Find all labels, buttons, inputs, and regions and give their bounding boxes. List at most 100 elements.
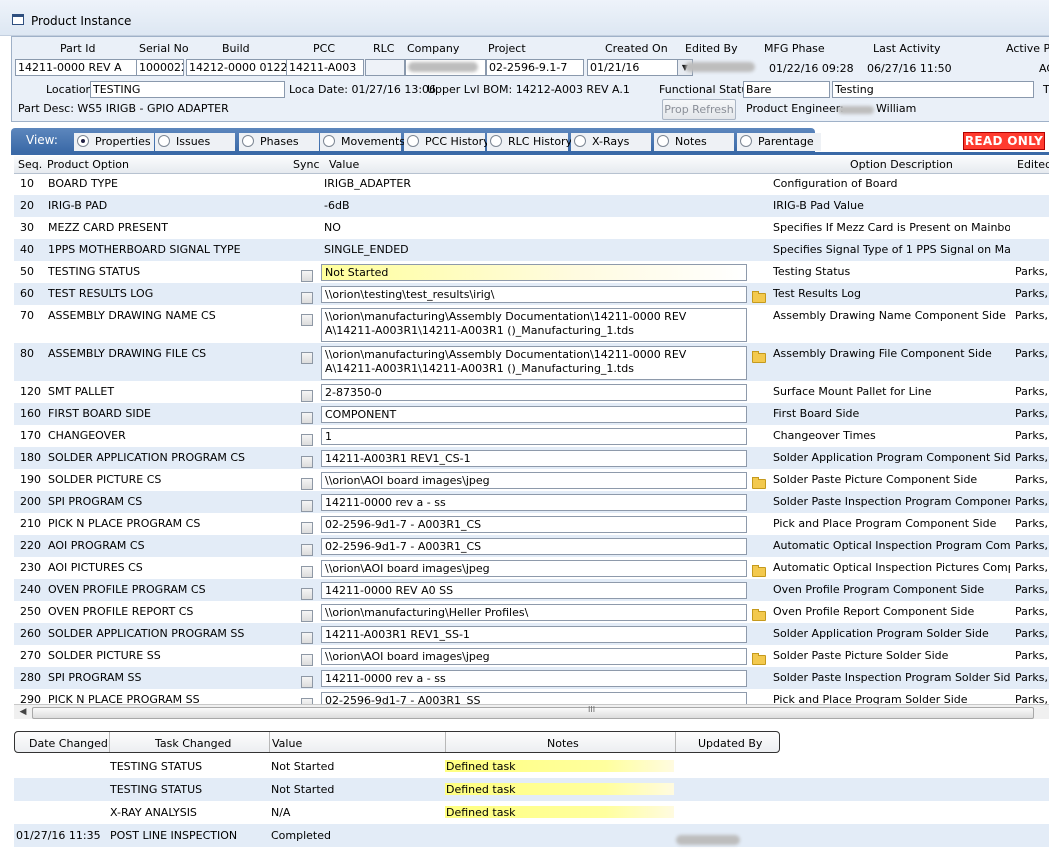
value-field[interactable]: \\orion\AOI board images\jpeg (321, 648, 747, 665)
radio-icon[interactable] (574, 135, 586, 147)
col-task-changed[interactable]: Task Changed (155, 737, 231, 750)
folder-icon[interactable] (752, 653, 766, 665)
folder-icon[interactable] (752, 565, 766, 577)
sync-checkbox[interactable] (301, 352, 313, 364)
value-field[interactable]: 14211-0000 rev a - ss (321, 670, 747, 687)
table-row[interactable]: 50 TESTING STATUS Not Started Testing Statu… (14, 261, 1049, 283)
sync-checkbox[interactable] (301, 456, 313, 468)
value-field[interactable]: 14211-A003R1 REV1_CS-1 (321, 450, 747, 467)
build-field[interactable]: 14212-0000 012216 (186, 59, 288, 76)
col-date-changed[interactable]: Date Changed (29, 737, 108, 750)
radio-icon[interactable] (740, 135, 752, 147)
table-row[interactable]: 20 IRIG-B PAD -6dB IRIG-B Pad Value (14, 195, 1049, 217)
value-field[interactable]: 14211-0000 rev a - ss (321, 494, 747, 511)
tab-issues[interactable]: Issues (155, 133, 235, 151)
tab-properties[interactable]: Properties (74, 133, 154, 151)
table-row[interactable]: 200 SPI PROGRAM CS 14211-0000 rev a - ss So… (14, 491, 1049, 513)
value-field[interactable]: 2-87350-0 (321, 384, 747, 401)
sync-checkbox[interactable] (301, 544, 313, 556)
value-field[interactable]: Not Started (321, 264, 747, 281)
radio-icon[interactable] (657, 135, 669, 147)
table-row[interactable]: 40 1PPS MOTHERBOARD SIGNAL TYPE SINGLE_END… (14, 239, 1049, 261)
radio-icon[interactable] (158, 135, 170, 147)
value-field[interactable]: 14211-A003R1 REV1_SS-1 (321, 626, 747, 643)
tab-parentage[interactable]: Parentage (737, 133, 821, 151)
table-row[interactable]: 280 SPI PROGRAM SS 14211-0000 rev a - ss So… (14, 667, 1049, 689)
sync-checkbox[interactable] (301, 270, 313, 282)
col-option-description[interactable]: Option Description (850, 158, 953, 171)
value-field[interactable]: 02-2596-9d1-7 - A003R1_CS (321, 516, 747, 533)
radio-icon[interactable] (323, 135, 335, 147)
sync-checkbox[interactable] (301, 632, 313, 644)
location-field[interactable]: TESTING (90, 81, 285, 98)
value-field[interactable]: 02-2596-9d1-7 - A003R1_SS (321, 692, 747, 704)
table-row[interactable]: 260 SOLDER APPLICATION PROGRAM SS 14211-A0… (14, 623, 1049, 645)
value-field[interactable]: COMPONENT (321, 406, 747, 423)
sync-checkbox[interactable] (301, 314, 313, 326)
tab-pcc-history[interactable]: PCC History (404, 133, 490, 151)
scroll-left-icon[interactable]: ◀ (16, 705, 30, 719)
col-seq[interactable]: Seq. (18, 158, 42, 171)
table-row[interactable]: 70 ASSEMBLY DRAWING NAME CS \\orion\manufa… (14, 305, 1049, 343)
table-row[interactable]: 120 SMT PALLET 2-87350-0 Surface Mount Pall… (14, 381, 1049, 403)
radio-icon[interactable] (77, 135, 89, 147)
table-row[interactable]: 210 PICK N PLACE PROGRAM CS 02-2596-9d1-7 … (14, 513, 1049, 535)
tab-x-rays[interactable]: X-Rays (571, 133, 651, 151)
radio-icon[interactable] (242, 135, 254, 147)
value-field[interactable]: \\orion\testing\test_results\irig\ (321, 286, 747, 303)
table-row[interactable]: 170 CHANGEOVER 1 Changeover Times Parks, C (14, 425, 1049, 447)
horizontal-scrollbar[interactable]: ◀ III (14, 704, 1049, 719)
table-row[interactable]: 30 MEZZ CARD PRESENT NO Specifies If Mezz C… (14, 217, 1049, 239)
properties-grid[interactable]: Seq. Product Option Sync Value Option De… (14, 156, 1049, 704)
rlc-field[interactable] (365, 59, 405, 76)
folder-icon[interactable] (752, 291, 766, 303)
table-row[interactable]: 160 FIRST BOARD SIDE COMPONENT First Board … (14, 403, 1049, 425)
history-row[interactable]: X-RAY ANALYSIS N/A Defined task (14, 801, 1049, 824)
col-product-option[interactable]: Product Option (47, 158, 129, 171)
table-row[interactable]: 80 ASSEMBLY DRAWING FILE CS \\orion\manufa… (14, 343, 1049, 381)
table-row[interactable]: 240 OVEN PROFILE PROGRAM CS 14211-0000 REV… (14, 579, 1049, 601)
table-row[interactable]: 10 BOARD TYPE IRIGB_ADAPTER Configuration o… (14, 173, 1049, 195)
value-field[interactable]: 14211-0000 REV A0 SS (321, 582, 747, 599)
history-row[interactable]: TESTING STATUS Not Started Defined task (14, 755, 1049, 778)
created-on-field[interactable]: 01/21/16 ▼ (587, 59, 693, 76)
folder-icon[interactable] (752, 351, 766, 363)
folder-icon[interactable] (752, 609, 766, 621)
table-row[interactable]: 190 SOLDER PICTURE CS \\orion\AOI board im… (14, 469, 1049, 491)
part-id-field[interactable]: 14211-0000 REV A (15, 59, 137, 76)
radio-icon[interactable] (490, 135, 502, 147)
table-row[interactable]: 60 TEST RESULTS LOG \\orion\testing\test_r… (14, 283, 1049, 305)
tab-rlc-history[interactable]: RLC History (487, 133, 572, 151)
sync-checkbox[interactable] (301, 390, 313, 402)
table-row[interactable]: 250 OVEN PROFILE REPORT CS \\orion\manufac… (14, 601, 1049, 623)
tab-phases[interactable]: Phases (239, 133, 319, 151)
col-sync[interactable]: Sync (293, 158, 320, 171)
sync-checkbox[interactable] (301, 588, 313, 600)
radio-icon[interactable] (407, 135, 419, 147)
sync-checkbox[interactable] (301, 500, 313, 512)
project-field[interactable]: 02-2596-9.1-7 (486, 59, 584, 76)
table-row[interactable]: 290 PICK N PLACE PROGRAM SS 02-2596-9d1-7 … (14, 689, 1049, 704)
table-row[interactable]: 220 AOI PROGRAM CS 02-2596-9d1-7 - A003R1_… (14, 535, 1049, 557)
sync-checkbox[interactable] (301, 566, 313, 578)
sync-checkbox[interactable] (301, 292, 313, 304)
col-value[interactable]: Value (272, 737, 302, 750)
sync-checkbox[interactable] (301, 654, 313, 666)
scroll-thumb[interactable] (32, 707, 1034, 719)
company-field[interactable] (405, 59, 486, 76)
prop-refresh-button[interactable]: Prop Refresh (662, 99, 736, 120)
table-row[interactable]: 230 AOI PICTURES CS \\orion\AOI board imag… (14, 557, 1049, 579)
sync-checkbox[interactable] (301, 522, 313, 534)
table-row[interactable]: 270 SOLDER PICTURE SS \\orion\AOI board im… (14, 645, 1049, 667)
value-field[interactable]: \\orion\AOI board images\jpeg (321, 472, 747, 489)
sync-checkbox[interactable] (301, 676, 313, 688)
tab-movements[interactable]: Movements (320, 133, 405, 151)
mfg-status-field[interactable]: Testing (832, 81, 1034, 98)
value-field[interactable]: \\orion\AOI board images\jpeg (321, 560, 747, 577)
sync-checkbox[interactable] (301, 434, 313, 446)
value-field[interactable]: \\orion\manufacturing\Heller Profiles\ (321, 604, 747, 621)
tab-notes[interactable]: Notes (654, 133, 734, 151)
value-field[interactable]: \\orion\manufacturing\Assembly Documenta… (321, 308, 747, 342)
history-row[interactable]: TESTING STATUS Not Started Defined task (14, 778, 1049, 801)
sync-checkbox[interactable] (301, 610, 313, 622)
